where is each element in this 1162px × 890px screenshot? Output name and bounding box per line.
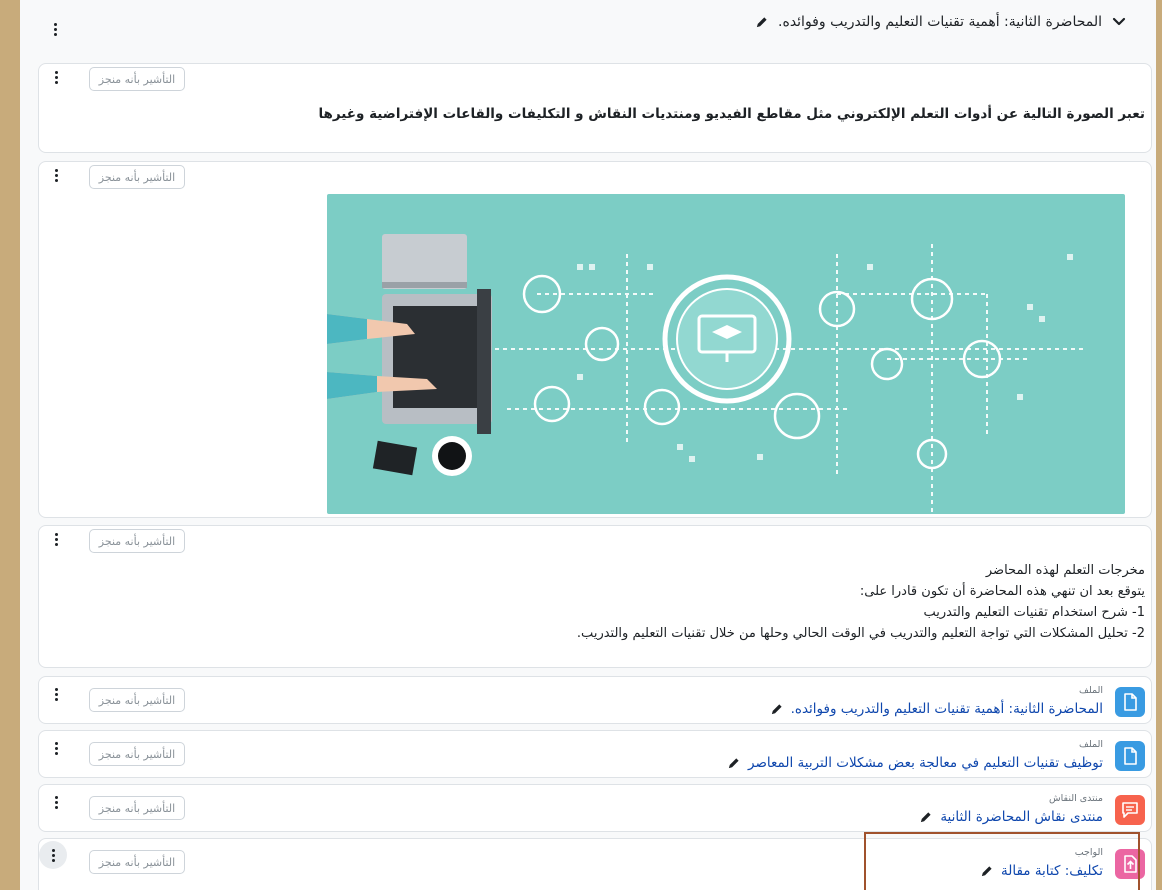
activity-name[interactable]: المحاضرة الثانية: أهمية تقنيات التعليم و…	[791, 701, 1103, 717]
activity-actions-menu-icon[interactable]	[51, 166, 61, 184]
mark-as-done-button[interactable]: التأشير بأنه منجز	[89, 850, 185, 874]
activity-link[interactable]: توظيف تقنيات التعليم في معالجة بعض مشكلا…	[727, 755, 1103, 771]
activity-forum: التأشير بأنه منجز منتدى النقاش منتدى نقا…	[38, 784, 1152, 832]
course-section-page: المحاضرة الثانية: أهمية تقنيات التعليم و…	[20, 0, 1156, 890]
file-icon	[1115, 687, 1145, 717]
outcomes-text: مخرجات التعلم لهذه المحاضر يتوقع بعد ان …	[577, 560, 1145, 644]
file-icon	[1115, 741, 1145, 771]
section-actions-menu-icon[interactable]	[50, 20, 60, 38]
activity-type-label: الملف	[1078, 685, 1103, 696]
elearning-banner-image	[327, 194, 1125, 514]
activity-type-label: منتدى النقاش	[1049, 793, 1103, 804]
pencil-icon[interactable]	[919, 811, 932, 824]
forum-icon	[1115, 795, 1145, 825]
activity-link[interactable]: المحاضرة الثانية: أهمية تقنيات التعليم و…	[770, 701, 1103, 717]
frame-right-border	[1156, 0, 1162, 890]
mark-as-done-button[interactable]: التأشير بأنه منجز	[89, 67, 185, 91]
activity-actions-menu-icon[interactable]	[51, 68, 61, 86]
mark-as-done-button[interactable]: التأشير بأنه منجز	[89, 688, 185, 712]
image-card: التأشير بأنه منجز	[38, 161, 1152, 518]
section-title: المحاضرة الثانية: أهمية تقنيات التعليم و…	[778, 14, 1102, 30]
mark-as-done-button[interactable]: التأشير بأنه منجز	[89, 165, 185, 189]
activity-file-lecture: التأشير بأنه منجز الملف المحاضرة الثانية…	[38, 676, 1152, 724]
activity-type-label: الملف	[1078, 739, 1103, 750]
mark-as-done-button[interactable]: التأشير بأنه منجز	[89, 742, 185, 766]
elearning-illustration	[327, 234, 1087, 514]
learning-outcomes-card: التأشير بأنه منجز مخرجات التعلم لهذه الم…	[38, 525, 1152, 668]
pencil-icon[interactable]	[727, 757, 740, 770]
activity-actions-menu-icon[interactable]	[51, 793, 61, 811]
activity-actions-menu-icon[interactable]	[51, 739, 61, 757]
activity-actions-menu-icon[interactable]	[51, 530, 61, 548]
mark-as-done-button[interactable]: التأشير بأنه منجز	[89, 796, 185, 820]
section-title-row: المحاضرة الثانية: أهمية تقنيات التعليم و…	[755, 14, 1126, 30]
highlight-outline	[864, 832, 1140, 890]
mark-as-done-button[interactable]: التأشير بأنه منجز	[89, 529, 185, 553]
pencil-icon[interactable]	[770, 703, 783, 716]
activity-name[interactable]: منتدى نقاش المحاضرة الثانية	[940, 809, 1103, 825]
activity-actions-menu-icon[interactable]	[51, 685, 61, 703]
outcomes-line-2: يتوقع بعد ان تنهي هذه المحاضرة أن تكون ق…	[859, 584, 1145, 599]
activity-name[interactable]: توظيف تقنيات التعليم في معالجة بعض مشكلا…	[748, 755, 1103, 771]
pencil-icon[interactable]	[755, 16, 768, 29]
outcomes-line-3: 1- شرح استخدام تقنيات التعليم والتدريب	[923, 605, 1145, 620]
text-area-card: التأشير بأنه منجز تعبر الصورة التالية عن…	[38, 63, 1152, 153]
outcomes-line-4: 2- تحليل المشكلات التي تواجة التعليم وال…	[576, 626, 1145, 641]
activity-link[interactable]: منتدى نقاش المحاضرة الثانية	[919, 809, 1103, 825]
outcomes-line-1: مخرجات التعلم لهذه المحاضر	[985, 563, 1145, 578]
image-description-text: تعبر الصورة التالية عن أدوات التعلم الإل…	[318, 106, 1145, 122]
activity-file-modern-problems: التأشير بأنه منجز الملف توظيف تقنيات الت…	[38, 730, 1152, 778]
frame-left-border	[0, 0, 20, 890]
chevron-down-icon[interactable]	[1112, 15, 1126, 29]
activity-actions-menu-icon[interactable]	[39, 841, 67, 869]
